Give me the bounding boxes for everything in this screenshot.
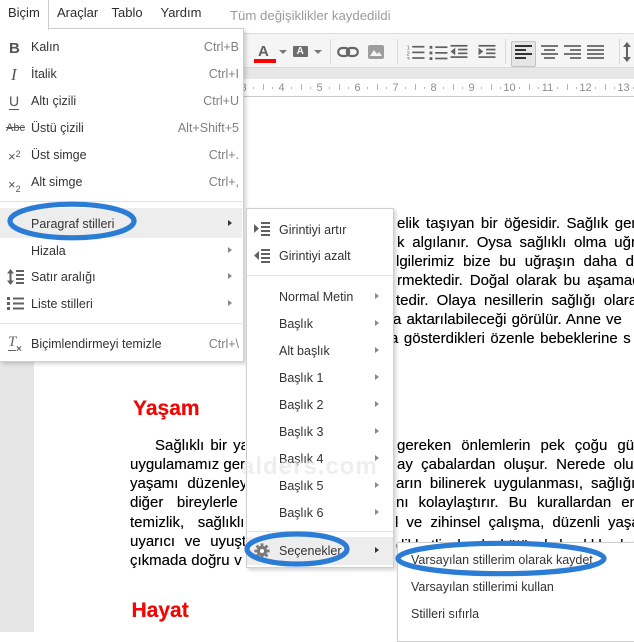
svg-text:3: 3 xyxy=(407,57,410,60)
